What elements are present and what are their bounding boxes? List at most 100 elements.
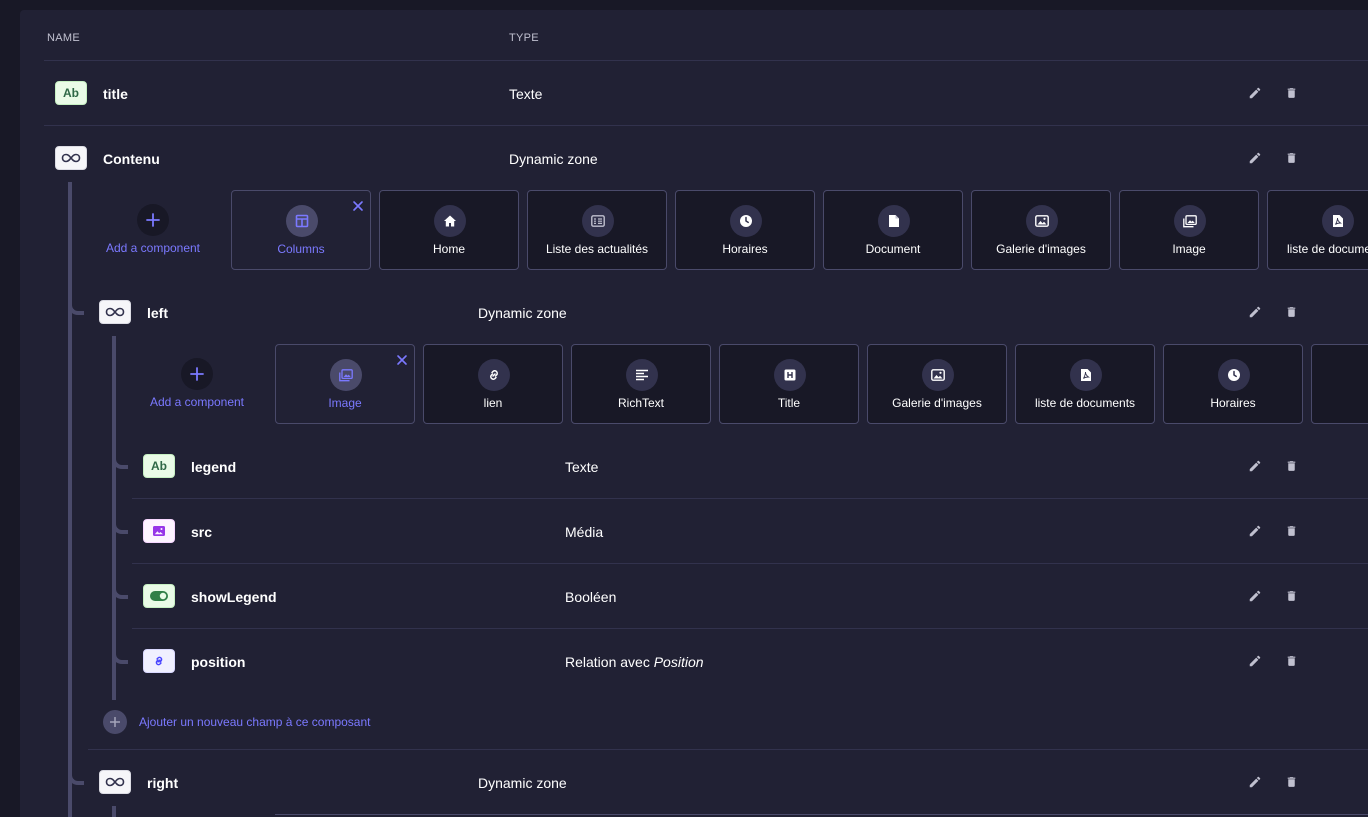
delete-field-button[interactable] [1283, 458, 1299, 474]
field-type: Booléen [565, 589, 617, 605]
close-icon [353, 201, 363, 211]
field-name: legend [191, 459, 237, 475]
close-icon [397, 355, 407, 365]
component-tile-image[interactable]: Image [275, 344, 415, 424]
heading-icon [774, 359, 806, 391]
images-icon [330, 359, 362, 391]
file-icon [878, 205, 910, 237]
text-type-icon: Ab [55, 81, 87, 105]
delete-field-button[interactable] [1283, 304, 1299, 320]
component-tile-liste-documents[interactable]: liste de documents [1267, 190, 1368, 270]
field-row-left: left Dynamic zone [88, 280, 1368, 344]
field-name: src [191, 524, 213, 540]
add-field-label: Ajouter un nouveau champ à ce composant [139, 715, 371, 729]
dynamic-zone-icon [55, 146, 87, 170]
pencil-icon [1249, 655, 1261, 667]
component-label: Columns [277, 242, 325, 256]
content-type-fields-table: NAME TYPE Ab title Texte Contenu Dynamic… [20, 10, 1368, 817]
relation-prefix: Relation avec [565, 654, 650, 670]
component-tile-more[interactable] [1311, 344, 1368, 424]
edit-field-button[interactable] [1247, 85, 1263, 101]
field-row-showlegend: showLegend Booléen [132, 564, 1368, 628]
field-name: right [147, 775, 179, 791]
component-label: liste de documents [1286, 242, 1368, 256]
columns-icon [286, 205, 318, 237]
component-tile-galerie[interactable]: Galerie d'images [867, 344, 1007, 424]
component-tile-document[interactable]: Document [823, 190, 963, 270]
delete-field-button[interactable] [1283, 150, 1299, 166]
edit-field-button[interactable] [1247, 523, 1263, 539]
component-tile-image[interactable]: Image [1119, 190, 1259, 270]
column-header-name: NAME [47, 32, 80, 44]
trash-icon [1287, 656, 1295, 666]
file-pdf-icon [1322, 205, 1354, 237]
component-label: Horaires [1210, 396, 1256, 410]
component-tile-galerie[interactable]: Galerie d'images [971, 190, 1111, 270]
toggle-icon [150, 591, 168, 601]
add-component-label: Add a component [149, 395, 245, 409]
dynamic-zone-icon [99, 300, 131, 324]
trash-icon [1287, 88, 1295, 98]
align-left-icon [626, 359, 658, 391]
add-field-to-component-button[interactable]: Ajouter un nouveau champ à ce composant [103, 710, 370, 734]
pencil-icon [1249, 776, 1261, 788]
infinity-icon [105, 777, 125, 787]
delete-field-button[interactable] [1283, 85, 1299, 101]
component-tile-horaires[interactable]: Horaires [1163, 344, 1303, 424]
pencil-icon [1249, 87, 1261, 99]
component-tile-columns[interactable]: Columns [231, 190, 371, 270]
link-icon [155, 656, 163, 666]
delete-field-button[interactable] [1283, 653, 1299, 669]
component-label: Home [432, 242, 465, 256]
text-type-icon: Ab [143, 454, 175, 478]
edit-field-button[interactable] [1247, 588, 1263, 604]
add-component-button[interactable]: Add a component [93, 190, 213, 270]
component-tile-richtext[interactable]: RichText [571, 344, 711, 424]
edit-field-button[interactable] [1247, 304, 1263, 320]
tree-line [112, 806, 116, 817]
news-list-icon [582, 205, 614, 237]
delete-field-button[interactable] [1283, 588, 1299, 604]
component-label: lien [483, 396, 503, 410]
component-label: Galerie d'images [892, 396, 982, 410]
edit-field-button[interactable] [1247, 653, 1263, 669]
edit-field-button[interactable] [1247, 150, 1263, 166]
edit-field-button[interactable] [1247, 458, 1263, 474]
remove-component-button[interactable] [352, 199, 364, 211]
plus-icon [103, 710, 127, 734]
field-type: Dynamic zone [478, 775, 567, 791]
delete-field-button[interactable] [1283, 523, 1299, 539]
plus-icon [137, 204, 169, 236]
field-name: Contenu [103, 151, 160, 167]
component-tile-horaires[interactable]: Horaires [675, 190, 815, 270]
edit-field-button[interactable] [1247, 774, 1263, 790]
component-tile-liste-documents[interactable]: liste de documents [1015, 344, 1155, 424]
component-label: Galerie d'images [996, 242, 1086, 256]
component-label: RichText [617, 396, 664, 410]
field-type: Média [565, 524, 604, 540]
remove-component-button[interactable] [396, 353, 408, 365]
field-row-legend: Ab legend Texte [132, 434, 1368, 498]
field-name: position [191, 654, 246, 670]
boolean-type-icon [143, 584, 175, 608]
clock-icon [730, 205, 762, 237]
home-icon [434, 205, 466, 237]
relation-type-icon [143, 649, 175, 673]
component-label: Image [328, 396, 362, 410]
component-label: Horaires [722, 242, 768, 256]
clock-icon [1218, 359, 1250, 391]
picture-icon [1026, 205, 1058, 237]
component-tile-lien[interactable]: lien [423, 344, 563, 424]
infinity-icon [105, 307, 125, 317]
field-name: left [147, 305, 168, 321]
component-tile-title[interactable]: Title [719, 344, 859, 424]
field-row-position: position Relation avec Position [132, 629, 1368, 693]
component-label: liste de documents [1034, 396, 1136, 410]
delete-field-button[interactable] [1283, 774, 1299, 790]
component-tile-home[interactable]: Home [379, 190, 519, 270]
field-row-title: Ab title Texte [44, 61, 1368, 125]
add-component-label: Add a component [105, 241, 201, 255]
plus-icon [181, 358, 213, 390]
component-tile-news-list[interactable]: Liste des actualités [527, 190, 667, 270]
add-component-button[interactable]: Add a component [137, 344, 257, 424]
